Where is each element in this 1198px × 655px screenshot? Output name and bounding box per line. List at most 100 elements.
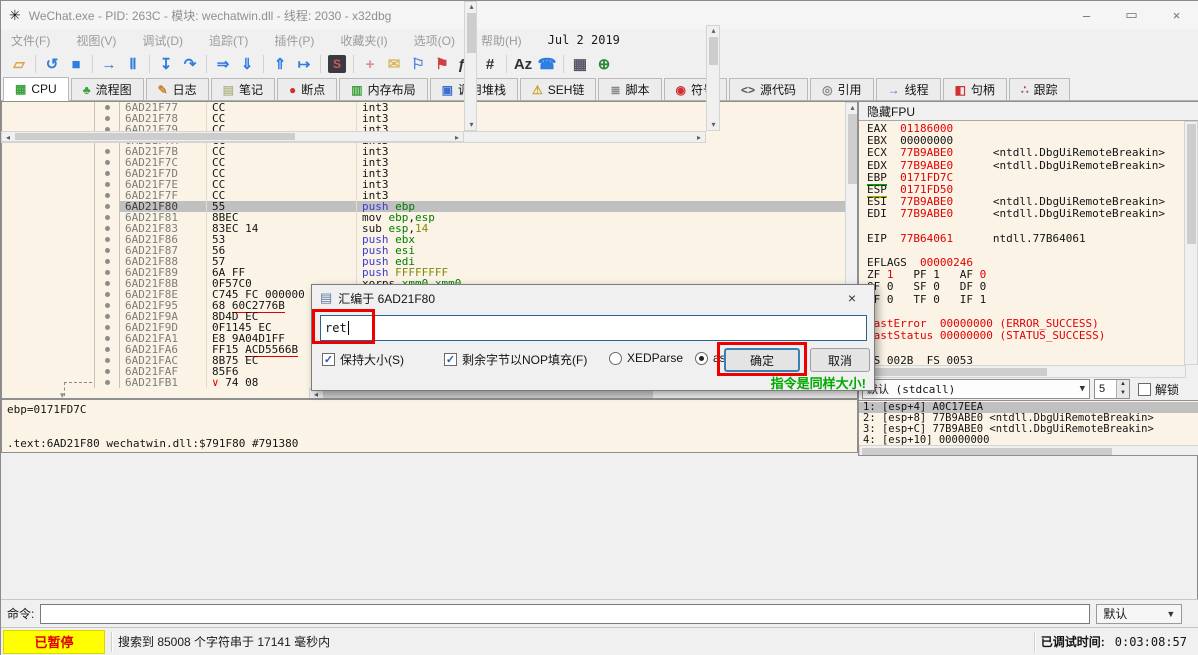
register-line[interactable]: EDI 77B9ABE0 <ntdll.DbgUiRemoteBreakin> (867, 208, 1185, 220)
arguments-horizontal-scrollbar[interactable] (859, 445, 1198, 456)
bookmarks-icon[interactable]: ⚑ (430, 53, 454, 75)
command-history-select[interactable]: 默认 ▼ (1096, 604, 1182, 624)
stack-vertical-scrollbar[interactable]: ▴ ▾ (464, 1, 477, 131)
breakpoint-gutter[interactable] (94, 146, 120, 157)
menu-追踪(T)[interactable]: 追踪(T) (209, 32, 248, 49)
menu-帮助(H)[interactable]: 帮助(H) (481, 32, 522, 49)
disasm-bytes: CC (206, 146, 356, 157)
breakpoint-gutter[interactable] (94, 234, 120, 245)
tab-源代码[interactable]: <>源代码 (729, 78, 808, 100)
fill-nop-checkbox[interactable]: ✓ 剩余字节以NOP填充(F) (444, 351, 587, 368)
breakpoint-gutter[interactable] (94, 212, 120, 223)
keep-size-checkbox[interactable]: ✓ 保持大小(S) (322, 351, 404, 368)
scylla-icon[interactable]: S (325, 53, 349, 75)
execute-till-return-icon[interactable]: ⇑ (268, 53, 292, 75)
dump-vertical-scrollbar[interactable]: ▴ ▾ (706, 25, 720, 131)
checkbox-checked-icon[interactable]: ✓ (444, 353, 457, 366)
breakpoint-gutter[interactable] (94, 168, 120, 179)
dialog-title-bar[interactable]: ▤ 汇编于 6AD21F80 × (312, 285, 874, 311)
xedparse-radio[interactable]: XEDParse (609, 351, 683, 365)
tab-引用[interactable]: ◎引用 (810, 78, 874, 100)
register-line[interactable]: CF 0 TF 0 IF 1 (867, 294, 1185, 306)
breakpoint-gutter[interactable] (94, 366, 120, 377)
restart-icon[interactable]: ↺ (40, 53, 64, 75)
checkbox-icon[interactable] (1138, 383, 1151, 396)
assemble-instruction-input[interactable]: ret (320, 315, 867, 341)
tab-内存布局[interactable]: ▥内存布局 (339, 78, 427, 100)
open-file-icon[interactable]: ▱ (7, 53, 31, 75)
breakpoint-gutter[interactable] (94, 201, 120, 212)
tab-笔记[interactable]: ▤笔记 (211, 78, 275, 100)
run-icon[interactable]: → (97, 53, 121, 75)
menu-插件(P)[interactable]: 插件(P) (274, 32, 314, 49)
step-over-icon[interactable]: ↷ (178, 53, 202, 75)
breakpoint-gutter[interactable] (94, 289, 120, 300)
calculator-icon[interactable]: ▦ (568, 53, 592, 75)
registers-list[interactable]: EAX 01186000EBX 00000000ECX 77B9ABE0 <nt… (859, 121, 1186, 365)
radio-selected-icon[interactable] (695, 352, 708, 365)
tab-脚本[interactable]: ≣脚本 (598, 78, 661, 100)
stack-horizontal-scrollbar[interactable]: ◂ ▸ (1, 131, 464, 142)
shortcuts-icon[interactable]: # (478, 53, 502, 75)
maximize-button[interactable]: ▭ (1109, 1, 1154, 29)
args-depth-stepper[interactable]: 5 ▲▼ (1094, 379, 1130, 399)
close-button[interactable]: × (1154, 1, 1198, 29)
calling-convention-select[interactable]: 默认 (stdcall) ▼ (862, 379, 1090, 399)
breakpoint-gutter[interactable] (94, 157, 120, 168)
dialog-close-button[interactable]: × (838, 290, 866, 306)
unlock-checkbox[interactable]: 解锁 (1138, 381, 1179, 398)
breakpoint-gutter[interactable] (94, 245, 120, 256)
menu-视图(V)[interactable]: 视图(V) (76, 32, 116, 49)
breakpoint-gutter[interactable] (94, 190, 120, 201)
menu-调试(D)[interactable]: 调试(D) (142, 32, 183, 49)
breakpoint-gutter[interactable] (94, 278, 120, 289)
menu-选项(O)[interactable]: 选项(O) (414, 32, 455, 49)
tab-日志[interactable]: ✎日志 (146, 78, 209, 100)
tab-线程[interactable]: →线程 (876, 78, 941, 100)
step-into-icon[interactable]: ↧ (154, 53, 178, 75)
breakpoint-gutter[interactable] (94, 179, 120, 190)
calls-icon[interactable]: ☎ (535, 53, 559, 75)
tab-句柄[interactable]: ◧句柄 (943, 78, 1007, 100)
breakpoint-gutter[interactable] (94, 300, 120, 311)
command-input[interactable] (40, 604, 1090, 624)
cancel-button[interactable]: 取消 (810, 348, 870, 372)
breakpoint-gutter[interactable] (94, 267, 120, 278)
breakpoint-gutter[interactable] (94, 377, 120, 388)
breakpoint-gutter[interactable] (94, 355, 120, 366)
registers-horizontal-scrollbar[interactable] (859, 365, 1186, 378)
register-line[interactable]: EIP 77B64061 ntdll.77B64061 (867, 233, 1185, 245)
radio-icon[interactable] (609, 352, 622, 365)
hide-fpu-button[interactable]: 隐藏FPU (859, 102, 1198, 121)
tab-断点[interactable]: ●断点 (277, 78, 337, 100)
patches-icon[interactable]: + (358, 53, 382, 75)
registers-vertical-scrollbar[interactable] (1184, 121, 1198, 365)
appearance-icon[interactable]: Az (511, 53, 535, 75)
tab-流程图[interactable]: ♣流程图 (71, 78, 144, 100)
menu-文件(F)[interactable]: 文件(F) (11, 32, 50, 49)
breakpoint-gutter[interactable] (94, 344, 120, 355)
breakpoint-gutter[interactable] (94, 113, 120, 124)
tab-CPU[interactable]: ▦CPU (3, 77, 69, 101)
breakpoint-gutter[interactable] (94, 311, 120, 322)
checkbox-checked-icon[interactable]: ✓ (322, 353, 335, 366)
arguments-pane[interactable]: 1: [esp+4] A0C17EEA2: [esp+8] 77B9ABE0 <… (859, 400, 1198, 445)
breakpoint-gutter[interactable] (94, 223, 120, 234)
comments-icon[interactable]: ✉ (382, 53, 406, 75)
internet-icon[interactable]: ⊕ (592, 53, 616, 75)
tab-SEH链[interactable]: ⚠SEH链 (520, 78, 596, 100)
menu-收藏夹(I)[interactable]: 收藏夹(I) (340, 32, 387, 49)
close-debuggee-icon[interactable]: ■ (64, 53, 88, 75)
breakpoint-gutter[interactable] (94, 256, 120, 267)
minimize-button[interactable]: – (1064, 1, 1109, 29)
tab-跟踪[interactable]: ∴跟踪 (1009, 78, 1070, 100)
breakpoint-gutter[interactable] (94, 333, 120, 344)
pause-icon[interactable]: Ⅱ (121, 53, 145, 75)
breakpoint-gutter[interactable] (94, 322, 120, 333)
attach-icon[interactable]: ↦ (292, 53, 316, 75)
breakpoint-gutter[interactable] (94, 102, 120, 113)
step-into-source-icon[interactable]: ⇓ (235, 53, 259, 75)
register-line[interactable]: LastStatus 00000000 (STATUS_SUCCESS) (867, 330, 1185, 342)
run-to-user-code-icon[interactable]: ⇒ (211, 53, 235, 75)
labels-icon[interactable]: ⚐ (406, 53, 430, 75)
